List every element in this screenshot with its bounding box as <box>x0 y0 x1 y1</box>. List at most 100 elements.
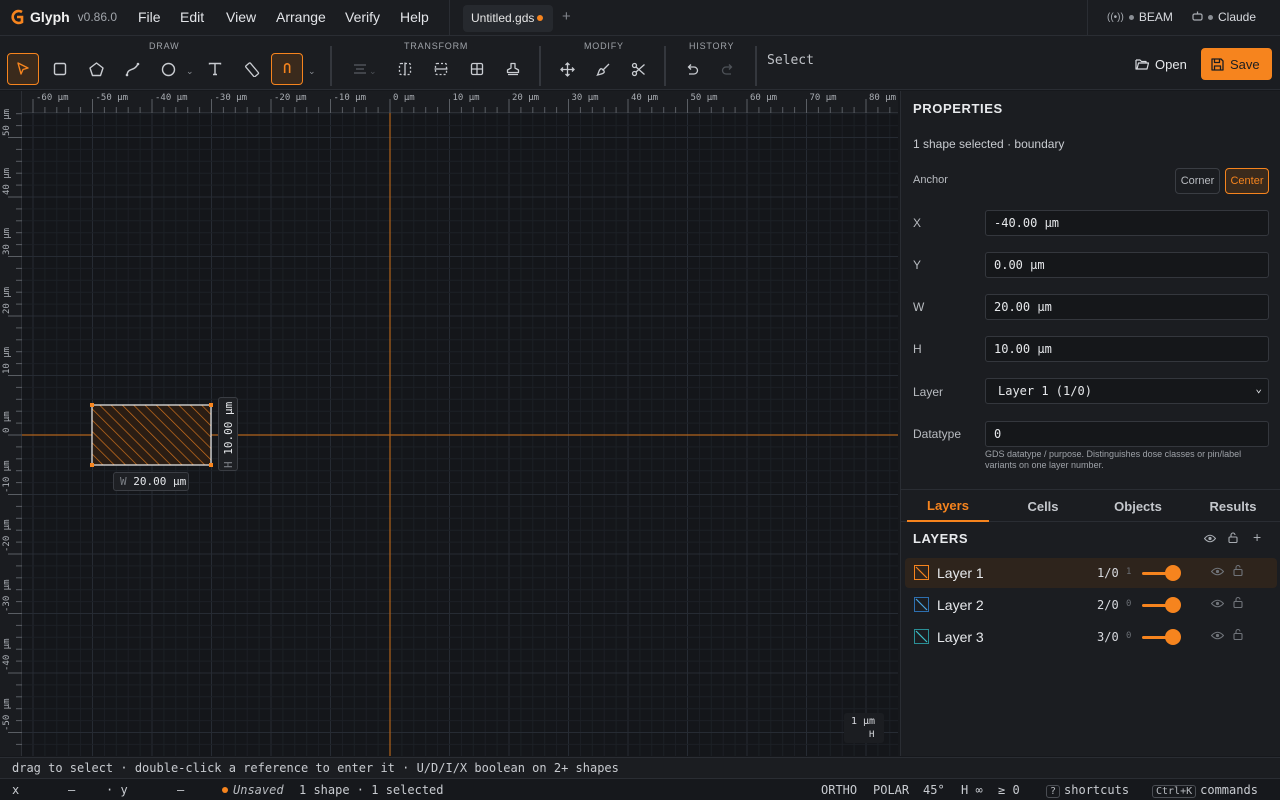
min-constraint[interactable]: ≥ 0 <box>998 783 1020 797</box>
document-tab[interactable]: Untitled.gds <box>463 5 553 32</box>
select-tool-button[interactable] <box>7 53 39 85</box>
cursor-y-label: · y <box>106 783 128 797</box>
text-tool-button[interactable] <box>199 53 231 85</box>
pentagon-icon <box>88 61 104 76</box>
layer-row-3[interactable]: Layer 3 3/0 0 <box>905 622 1277 652</box>
menu-edit[interactable]: Edit <box>180 9 204 25</box>
path-tool-button[interactable] <box>116 53 148 85</box>
ortho-toggle[interactable]: ORTHO <box>821 783 857 797</box>
ruler-y-label: -30 µm <box>2 578 12 612</box>
toolbar: DRAW TRANSFORM MODIFY HISTORY ⌄ ⌄ ⌄ Sele… <box>0 36 1280 90</box>
layer-row-1[interactable]: Layer 1 1/0 1 <box>905 558 1277 588</box>
cut-button[interactable] <box>622 53 654 85</box>
menu-help[interactable]: Help <box>400 9 429 25</box>
flip-horizontal-button[interactable] <box>389 53 421 85</box>
redo-button[interactable] <box>712 53 744 85</box>
layout-canvas[interactable]: W 20.00 µm H 10.00 µm <box>0 91 898 756</box>
layer-visibility-eye-icon[interactable] <box>1210 597 1225 611</box>
scale-value: 1 µm <box>851 716 876 727</box>
ruler-x-label: -20 µm <box>274 93 307 103</box>
shortcuts-label: shortcuts <box>1064 783 1130 797</box>
h-constraint[interactable]: H ∞ <box>961 783 983 797</box>
layer-opacity-slider-handle[interactable] <box>1165 565 1181 581</box>
flip-vertical-button[interactable] <box>425 53 457 85</box>
rectangle-tool-button[interactable] <box>44 53 76 85</box>
align-menu-chevron-icon[interactable]: ⌄ <box>369 66 377 77</box>
tab-objects[interactable]: Objects <box>1097 490 1179 522</box>
ruler-y-label: 30 µm <box>2 227 12 255</box>
circle-tool-button[interactable] <box>152 53 184 85</box>
x-field[interactable]: -40.00 µm <box>985 210 1269 236</box>
snap-angle[interactable]: 45° <box>923 783 945 797</box>
layer-lock-icon[interactable] <box>1233 596 1243 611</box>
beam-status[interactable]: ((•)) BEAM <box>1107 10 1173 24</box>
shortcuts-button[interactable]: ? shortcuts <box>1046 783 1129 798</box>
resize-handle[interactable] <box>90 403 94 407</box>
cursor-x-value: — <box>68 783 76 797</box>
anchor-corner-button[interactable]: Corner <box>1175 168 1220 194</box>
layer-select[interactable]: Layer 1 (1/0) ⌄ <box>985 378 1269 404</box>
layer-visibility-eye-icon[interactable] <box>1210 629 1225 643</box>
menu-verify[interactable]: Verify <box>345 9 380 25</box>
ruler-x-label: 70 µm <box>809 93 837 103</box>
ruler-tool-button[interactable] <box>236 53 268 85</box>
commands-button[interactable]: Ctrl+K commands <box>1152 783 1258 798</box>
move-icon <box>559 61 575 77</box>
selected-boundary-shape[interactable] <box>0 91 898 756</box>
move-button[interactable] <box>551 53 583 85</box>
stamp-button[interactable] <box>497 53 529 85</box>
robot-icon <box>1192 10 1203 24</box>
resize-handle[interactable] <box>209 403 213 407</box>
save-button[interactable]: Save <box>1201 48 1272 80</box>
polygon-tool-button[interactable] <box>80 53 112 85</box>
layer-lock-icon[interactable] <box>1233 564 1243 579</box>
resize-handle[interactable] <box>90 463 94 467</box>
menu-arrange[interactable]: Arrange <box>276 9 326 25</box>
ruler-y-label: 40 µm <box>2 167 12 195</box>
array-button[interactable] <box>461 53 493 85</box>
width-field[interactable]: 20.00 µm <box>985 294 1269 320</box>
flip-vertical-icon <box>434 62 448 76</box>
layer-opacity-slider-handle[interactable] <box>1165 629 1181 645</box>
new-tab-button[interactable]: + <box>562 8 571 25</box>
tab-layers[interactable]: Layers <box>907 490 989 522</box>
menu-view[interactable]: View <box>226 9 256 25</box>
add-layer-button[interactable]: + <box>1253 529 1261 545</box>
layer-visibility-eye-icon[interactable] <box>1210 565 1225 579</box>
paint-button[interactable] <box>587 53 619 85</box>
path-curve-icon <box>125 62 139 76</box>
circle-tool-menu-chevron-icon[interactable]: ⌄ <box>186 66 194 77</box>
y-field[interactable]: 0.00 µm <box>985 252 1269 278</box>
anchor-center-button[interactable]: Center <box>1225 168 1269 194</box>
unsaved-indicator-icon <box>222 787 228 793</box>
align-icon <box>354 64 366 74</box>
ruler-x-label: -50 µm <box>95 93 129 103</box>
toolbar-divider <box>539 46 541 86</box>
assistant-status[interactable]: Claude <box>1192 10 1256 24</box>
layer-name: Layer 1 <box>937 565 984 581</box>
datatype-label: Datatype <box>913 427 962 441</box>
polar-toggle[interactable]: POLAR <box>873 783 909 797</box>
tab-results[interactable]: Results <box>1191 490 1275 522</box>
unsaved-dot-icon <box>537 15 544 21</box>
unlock-all-icon[interactable] <box>1228 532 1238 546</box>
layer-lock-icon[interactable] <box>1233 628 1243 643</box>
save-icon <box>1211 57 1224 71</box>
open-button[interactable]: Open <box>1126 48 1196 80</box>
datatype-field[interactable]: 0 <box>985 421 1269 447</box>
height-field[interactable]: 10.00 µm <box>985 336 1269 362</box>
snap-toggle-button[interactable] <box>271 53 303 85</box>
layer-row-2[interactable]: Layer 2 2/0 0 <box>905 590 1277 620</box>
menu-file[interactable]: File <box>138 9 161 25</box>
layer-opacity-slider-handle[interactable] <box>1165 597 1181 613</box>
layer-3-swatch <box>914 629 929 644</box>
tab-cells[interactable]: Cells <box>1001 490 1085 522</box>
snap-menu-chevron-icon[interactable]: ⌄ <box>308 66 316 77</box>
h-label: H <box>913 342 922 356</box>
circle-icon <box>161 62 175 76</box>
resize-handle[interactable] <box>209 463 213 467</box>
undo-button[interactable] <box>676 53 708 85</box>
layer-number: 3/0 <box>1097 630 1119 644</box>
ruler-x-label: -30 µm <box>214 93 248 103</box>
show-all-eye-icon[interactable] <box>1203 532 1217 546</box>
